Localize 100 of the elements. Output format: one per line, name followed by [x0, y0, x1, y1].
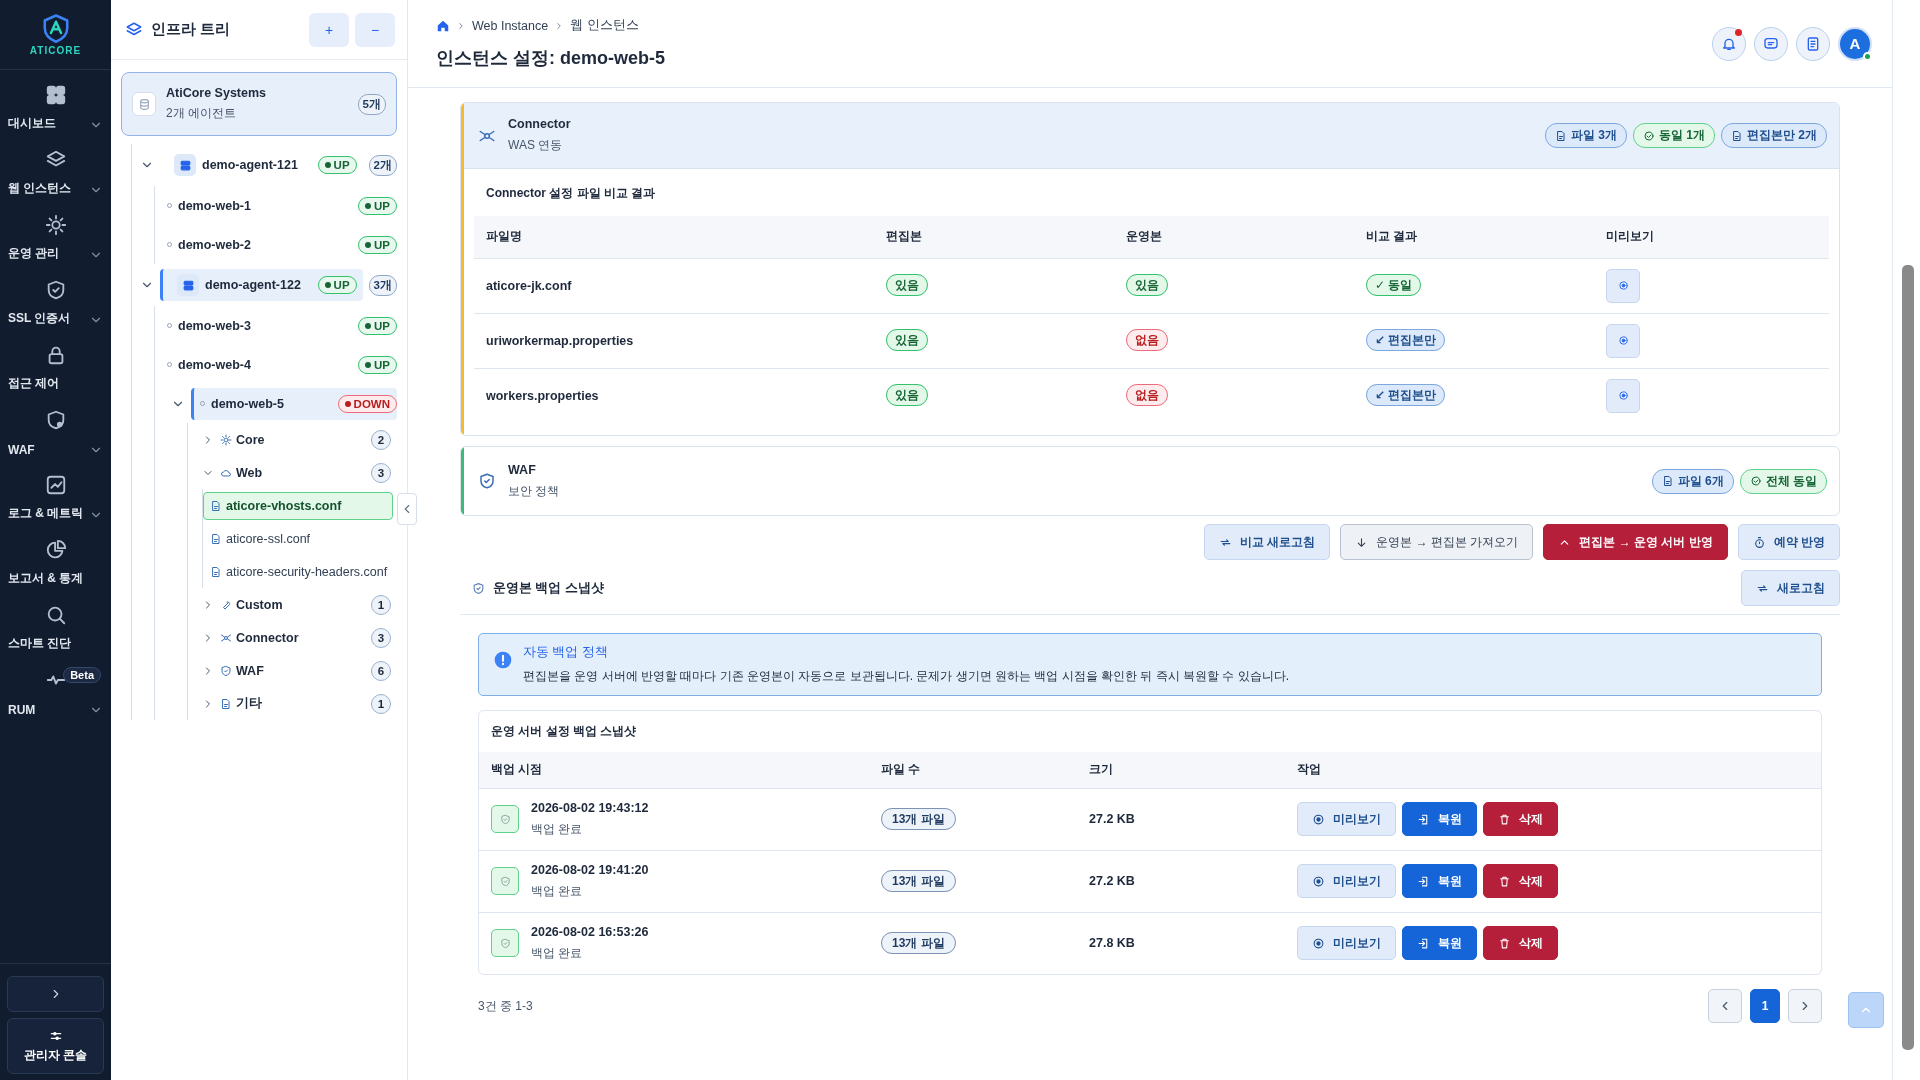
preview-button[interactable]: 미리보기: [1297, 864, 1396, 898]
file-name: workers.properties: [474, 368, 874, 423]
tree-item[interactable]: Custom: [220, 591, 365, 618]
preview-button[interactable]: 미리보기: [1297, 926, 1396, 961]
tree-item[interactable]: demo-web-1 UP: [161, 189, 397, 222]
tree-item[interactable]: demo-web-4 UP: [161, 348, 397, 381]
expand-button[interactable]: [7, 976, 104, 1012]
file-item[interactable]: aticore-ssl.conf: [203, 524, 393, 553]
tree-item[interactable]: 기타: [220, 690, 365, 717]
tree-item[interactable]: Core: [220, 426, 365, 453]
preview-icon: [1617, 390, 1629, 402]
tree-item[interactable]: demo-agent-122 UP: [160, 269, 363, 301]
tree-item[interactable]: demo-web-3 UP: [161, 309, 397, 342]
collapse-button[interactable]: [397, 493, 417, 525]
root-card[interactable]: AtiCore Systems 2개 에이전트 5개: [121, 72, 397, 136]
action-button[interactable]: 편집본 → 운영 서버 반영: [1543, 524, 1728, 560]
shield-icon: [499, 875, 511, 887]
shield-icon: [478, 472, 496, 490]
tree-item[interactable]: Connector: [220, 624, 365, 651]
action-button[interactable]: 비교 새로고침: [1203, 524, 1331, 560]
action-button[interactable]: 운영본 → 편집본 가져오기: [1340, 524, 1534, 560]
home-icon: [436, 18, 450, 33]
refresh-button[interactable]: 새로고침: [1741, 570, 1840, 606]
nav-item[interactable]: 접근 제어: [8, 371, 60, 392]
file-icon: [1554, 129, 1567, 142]
tree-button[interactable]: +: [309, 12, 349, 47]
notification-button[interactable]: [1712, 26, 1746, 61]
preview-button[interactable]: [1606, 268, 1640, 303]
previous-page-button[interactable]: [1708, 989, 1742, 1023]
shield-icon: [472, 581, 485, 595]
preview-button[interactable]: [1606, 378, 1640, 413]
nav-item[interactable]: 로그 & 메트릭: [8, 501, 84, 522]
breadcrumb-link[interactable]: 웹 인스턴스: [570, 17, 639, 34]
delete-button[interactable]: 삭제: [1483, 802, 1558, 836]
restore-icon: [1417, 874, 1430, 888]
summary-badge: 전체 동일: [1739, 468, 1827, 494]
page-button[interactable]: 1: [1750, 989, 1780, 1023]
status-badge: DOWN: [337, 394, 397, 413]
file-count-badge: 13개 파일: [881, 869, 956, 892]
tree-item[interactable]: demo-web-5 DOWN: [191, 387, 397, 420]
summary-badge: 파일 6개: [1651, 468, 1734, 494]
section-title: WAF: [508, 462, 537, 477]
nav-item[interactable]: 대시보드: [8, 111, 56, 132]
tree-item[interactable]: demo-agent-121 UP: [160, 149, 363, 181]
presence-badge: 있음: [886, 274, 928, 296]
nav-item[interactable]: 스마트 진단: [8, 631, 72, 652]
table-caption: Connector 설정 파일 비교 결과: [485, 185, 657, 202]
user-avatar[interactable]: A: [1838, 26, 1872, 61]
column-header: 미리보기: [1594, 216, 1829, 258]
root-subtitle: 2개 에이전트: [166, 105, 237, 122]
summary-badge: 편집본만 2개: [1721, 123, 1827, 148]
size-cell: 27.2 KB: [1077, 788, 1285, 850]
file-item[interactable]: aticore-security-headers.conf: [203, 557, 393, 586]
pie-chart-icon: [44, 539, 67, 561]
chevron-right-icon: [456, 20, 466, 31]
restore-icon: [1417, 936, 1430, 950]
backup-time: 2026-08-02 19:41:20: [531, 862, 649, 877]
delete-button[interactable]: 삭제: [1483, 926, 1558, 961]
nav-item[interactable]: RUM: [8, 699, 36, 717]
beta-badge: Beta: [63, 667, 101, 683]
notice-title: 자동 백업 정책: [523, 644, 609, 661]
restore-button[interactable]: 복원: [1402, 864, 1477, 898]
trash-icon: [1498, 874, 1511, 888]
count-badge: 5개: [357, 93, 386, 115]
unread-dot: [1735, 28, 1742, 36]
nav-item[interactable]: SSL 인증서: [8, 306, 71, 327]
column-header: 작업: [1285, 752, 1821, 788]
status-badge: UP: [358, 316, 397, 335]
database-icon: [137, 97, 151, 111]
scroll-to-top-button[interactable]: [1848, 992, 1884, 1028]
admin-console-button[interactable]: 관리자 콘솔: [7, 1018, 104, 1074]
message-button[interactable]: [1754, 26, 1788, 61]
preview-button[interactable]: [1606, 323, 1640, 358]
tree-item[interactable]: Web: [220, 459, 365, 486]
section-subtitle: WAS 연동: [508, 137, 564, 154]
notice-text: 편집본을 운영 서버에 반영할 때마다 기존 운영본이 자동으로 보관됩니다. 문제가 생기면 원하는 백업 시점을 확인한 뒤 즉시 복원할 수 있습니다.: [523, 668, 1289, 685]
server-icon: [178, 158, 192, 172]
next-page-button[interactable]: [1788, 989, 1822, 1023]
nav-item[interactable]: 웹 인스턴스: [8, 176, 72, 197]
tree-button[interactable]: −: [355, 12, 395, 47]
action-button[interactable]: 예약 반영: [1737, 524, 1840, 560]
restore-button[interactable]: 복원: [1402, 802, 1477, 836]
pagination-summary: 3건 중 1-3: [478, 997, 533, 1015]
nav-item[interactable]: 운영 관리: [8, 241, 60, 262]
tree-item[interactable]: demo-web-2 UP: [161, 228, 397, 261]
delete-button[interactable]: 삭제: [1483, 864, 1558, 898]
nav-item[interactable]: 보고서 & 통계: [8, 566, 84, 587]
restore-button[interactable]: 복원: [1402, 926, 1477, 961]
nav-item[interactable]: WAF: [8, 439, 35, 457]
count-badge: 6: [371, 660, 391, 681]
preview-button[interactable]: 미리보기: [1297, 802, 1396, 836]
breadcrumb-link[interactable]: Web Instance: [472, 18, 549, 33]
count-badge: 1: [371, 594, 391, 615]
presence-badge: 있음: [1126, 274, 1168, 296]
file-item[interactable]: aticore-vhosts.conf: [203, 491, 393, 520]
section-title: Connector: [508, 117, 572, 131]
document-button[interactable]: [1796, 26, 1830, 61]
tree-item[interactable]: WAF: [220, 657, 365, 684]
size-cell: 27.8 KB: [1077, 912, 1285, 974]
page-title: 인스턴스 설정: demo-web-5: [436, 47, 665, 70]
